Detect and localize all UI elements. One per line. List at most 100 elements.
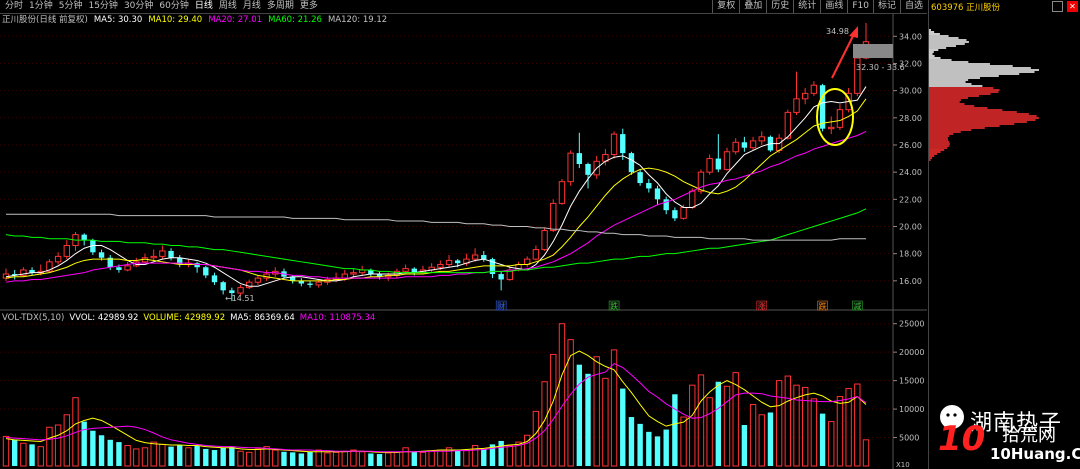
candle-body xyxy=(646,183,652,189)
candle-body xyxy=(585,164,591,175)
volume-bar xyxy=(98,435,105,466)
candle-body xyxy=(723,151,731,170)
candle-body xyxy=(532,249,540,260)
moving-averages xyxy=(5,86,867,287)
candle-body xyxy=(246,281,253,289)
volume-bar xyxy=(168,446,174,466)
candle-body xyxy=(455,260,461,264)
volume-bar xyxy=(246,451,253,467)
volume-bar xyxy=(819,413,826,466)
candle-body xyxy=(819,85,826,129)
vol-unit-label: X10 xyxy=(896,461,910,469)
candle-body xyxy=(350,272,357,275)
candle-body xyxy=(576,153,583,164)
volume-bar xyxy=(419,451,427,467)
event-marker-label: 涨 xyxy=(758,301,766,311)
y-axis-labels: 16.00 18.00 20.00 22.00 24.00 26.00 28.00 30.00… xyxy=(893,32,924,443)
candle-body xyxy=(437,264,444,268)
volume-bar xyxy=(272,449,279,467)
volume-bar xyxy=(689,384,696,467)
candle-body xyxy=(689,190,696,208)
low-price-label: ←14.51 xyxy=(225,294,255,303)
watermark-number: 10 xyxy=(938,419,986,459)
volume-bar xyxy=(758,414,765,467)
volume-bar xyxy=(810,398,818,467)
price-tick-label: 16.00 xyxy=(899,277,922,286)
volume-bar xyxy=(862,439,870,467)
candle-body xyxy=(801,92,809,100)
volume-bar xyxy=(498,440,504,466)
volume-bar xyxy=(263,446,270,467)
volume-bar xyxy=(46,426,53,467)
volume-bar xyxy=(506,445,514,467)
volume-bar xyxy=(620,388,626,466)
candle-body xyxy=(550,202,557,232)
price-tick-label: 30.00 xyxy=(899,87,922,96)
volume-bar xyxy=(63,414,71,467)
candle-body xyxy=(758,136,765,142)
volume-bar xyxy=(116,442,122,466)
candle-body xyxy=(810,84,818,94)
kline-chart[interactable]: 16.00 18.00 20.00 22.00 24.00 26.00 28.00 30.00… xyxy=(0,0,928,469)
watermark-url: 10Huang.CN xyxy=(990,445,1080,463)
volume-bar xyxy=(654,436,661,466)
volume-bar xyxy=(845,388,852,467)
candle-body xyxy=(628,153,635,173)
candle-body xyxy=(237,287,244,294)
volume-bar xyxy=(481,448,487,466)
volume-bar xyxy=(784,375,792,467)
candle-body xyxy=(558,181,566,204)
volume-bar xyxy=(697,374,705,467)
candle-body xyxy=(498,274,504,280)
volume-bar xyxy=(732,372,739,467)
candle-body xyxy=(828,126,835,130)
volume-bar xyxy=(706,397,713,467)
volume-bar xyxy=(585,373,591,466)
volume-bar xyxy=(185,447,192,467)
volume-bar xyxy=(107,439,113,466)
watermark: 湖南热子 10 拾荒网 10Huang.CN xyxy=(928,395,1080,469)
volume-bar xyxy=(341,450,348,467)
volume-bar xyxy=(203,448,209,466)
volume-bar xyxy=(368,453,374,466)
volume-bar xyxy=(385,452,392,467)
candle-body xyxy=(541,230,548,251)
volume-bar xyxy=(90,430,96,466)
volume-bar xyxy=(428,450,435,467)
volume-bar xyxy=(298,453,305,466)
volume-bar xyxy=(437,449,444,467)
volume-bar xyxy=(593,356,600,467)
volume-bar xyxy=(358,451,366,467)
volume-bar xyxy=(133,448,140,467)
volume-bar xyxy=(307,451,313,466)
candle-body xyxy=(620,134,626,154)
candle-body xyxy=(445,259,453,266)
high-price-label: 34.98 xyxy=(826,27,849,36)
volume-bar xyxy=(576,364,583,466)
price-tick-label: 26.00 xyxy=(899,141,922,150)
volume-bar xyxy=(680,416,687,467)
candle-body xyxy=(706,158,713,173)
volume-tick-label: 5000 xyxy=(899,434,919,443)
volume-bar xyxy=(281,451,287,466)
volume-bar xyxy=(237,450,244,467)
price-tick-label: 24.00 xyxy=(899,168,922,177)
volume-bar xyxy=(402,447,409,467)
volume-bar xyxy=(20,442,27,467)
candle-body xyxy=(654,188,661,200)
watermark-site-text: 拾荒网 xyxy=(1002,425,1056,446)
volume-bar xyxy=(254,448,262,467)
candle-body xyxy=(124,265,131,271)
volume-bar xyxy=(628,417,635,466)
volume-bar xyxy=(124,445,131,467)
volume-bar xyxy=(767,412,774,466)
volume-bar xyxy=(836,396,844,467)
candle-body xyxy=(159,250,166,257)
candle-body xyxy=(307,283,313,285)
candle-body xyxy=(98,252,105,258)
candle-body xyxy=(203,267,209,276)
candle-body xyxy=(732,141,739,153)
range-label: 32.30 - 33.6 xyxy=(856,63,905,72)
candle-body xyxy=(793,98,800,113)
candle-body xyxy=(715,158,722,170)
